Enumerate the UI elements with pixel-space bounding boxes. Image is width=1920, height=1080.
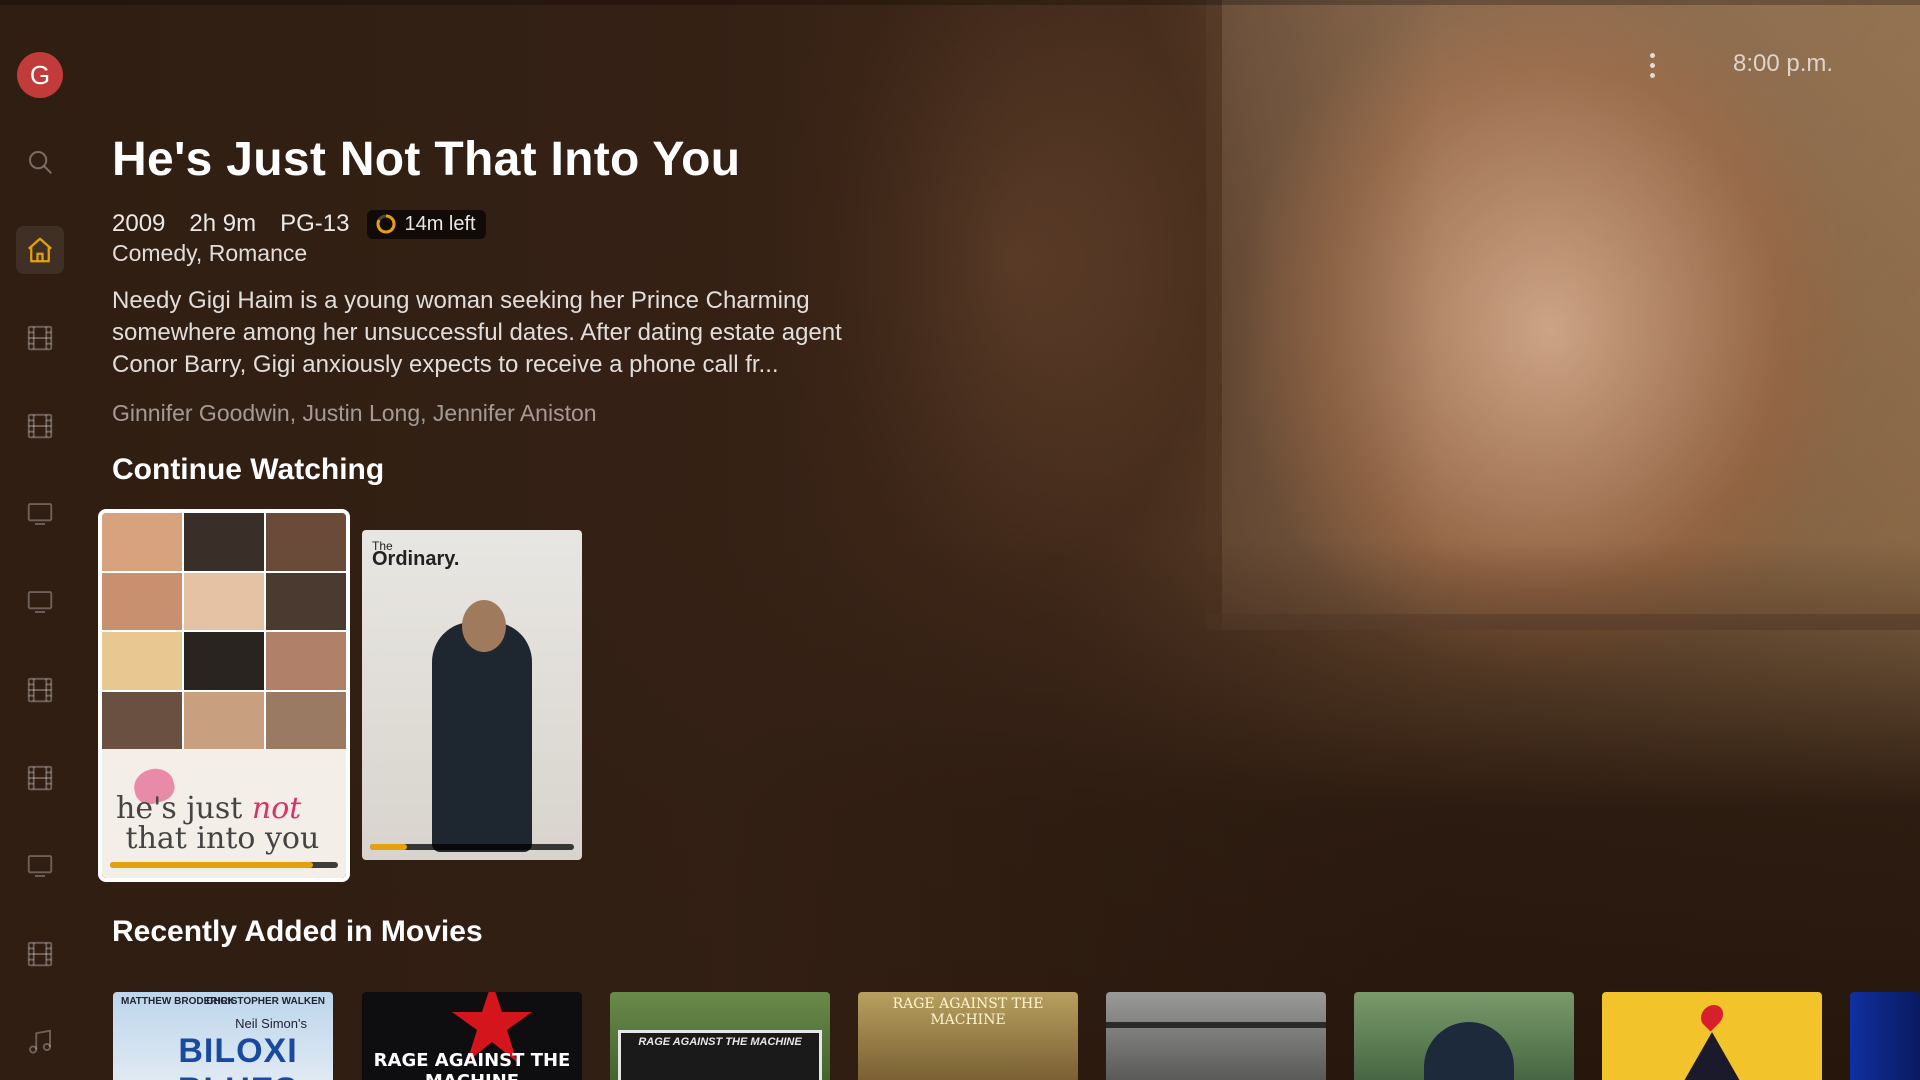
poster-title: RAGE AGAINST THE MACHINE	[373, 1050, 571, 1080]
tv-icon	[27, 591, 53, 613]
progress-ring-icon	[376, 214, 396, 234]
film-icon	[27, 325, 53, 351]
recently-added-item[interactable]: RAGE AGAINST THE MACHINE	[858, 992, 1078, 1080]
watch-progress-fill	[370, 844, 407, 850]
poster-collage	[102, 513, 346, 749]
watch-progress-fill	[110, 862, 313, 868]
tv-icon	[27, 855, 53, 877]
sidebar-item-search[interactable]	[16, 138, 64, 186]
poster-art-line	[1106, 1022, 1326, 1028]
film-icon	[27, 765, 53, 791]
sidebar-item-music[interactable]	[16, 1018, 64, 1066]
continue-watching-title: Continue Watching	[112, 453, 385, 486]
hero-title: He's Just Not That Into You	[112, 133, 741, 186]
sidebar: G	[0, 0, 80, 1080]
search-icon	[29, 151, 52, 174]
time-left-badge: 14m left	[367, 209, 486, 239]
poster-title: RAGE AGAINST THE MACHINE	[638, 1036, 802, 1048]
music-icon	[29, 1029, 51, 1054]
hero-cast: Ginnifer Goodwin, Justin Long, Jennifer …	[112, 400, 597, 426]
poster-title: he's just not that into you	[116, 791, 320, 856]
hero-rating: PG-13	[280, 210, 350, 237]
top-edge	[0, 0, 1920, 5]
sidebar-item-home[interactable]	[16, 226, 64, 274]
heart-icon	[1696, 1000, 1728, 1032]
watch-progress-bar	[370, 844, 574, 850]
user-avatar[interactable]: G	[17, 52, 63, 98]
recently-added-item[interactable]: MATTHEW BRODERICK CHRISTOPHER WALKEN Nei…	[113, 992, 333, 1080]
recently-added-item[interactable]: RAGE AGAINST THE MACHINE	[362, 992, 582, 1080]
poster-credit: CHRISTOPHER WALKEN	[206, 996, 325, 1007]
sidebar-item-movies[interactable]	[16, 314, 64, 362]
sidebar-item-movies-4[interactable]	[16, 754, 64, 802]
poster-title: BILOXI BLUES	[178, 1032, 298, 1080]
more-options-menu[interactable]	[1640, 48, 1664, 82]
poster-title: RAGE AGAINST THE MACHINE	[892, 996, 1044, 1028]
continue-watching-item[interactable]: The Ordinary.	[362, 530, 582, 860]
poster-figure	[432, 622, 532, 852]
hero-duration: 2h 9m	[189, 210, 257, 237]
dot-icon	[1649, 62, 1655, 68]
sidebar-item-tv-3[interactable]	[16, 842, 64, 890]
sidebar-item-movies-3[interactable]	[16, 666, 64, 714]
recently-added-item[interactable]	[1354, 992, 1574, 1080]
hero-genres: Comedy, Romance	[112, 240, 308, 266]
film-icon	[27, 941, 53, 967]
dot-icon	[1649, 52, 1655, 58]
continue-watching-item[interactable]: he's just not that into you	[98, 509, 350, 882]
recently-added-item[interactable]	[1850, 992, 1920, 1080]
watch-progress-bar	[110, 862, 338, 868]
hero-year: 2009	[112, 210, 166, 237]
recently-added-item[interactable]	[1106, 992, 1326, 1080]
hero-summary: Needy Gigi Haim is a young woman seeking…	[112, 287, 842, 378]
poster-figure-head	[462, 600, 506, 652]
tv-icon	[27, 503, 53, 525]
poster-subtitle: Neil Simon's	[235, 1016, 307, 1031]
poster-title: The Ordinary.	[372, 539, 460, 570]
poster-art-shape	[1672, 1032, 1752, 1080]
film-icon	[27, 413, 53, 439]
film-icon	[27, 677, 53, 703]
time-left-label: 14m left	[404, 212, 476, 235]
recently-added-item[interactable]	[1602, 992, 1822, 1080]
poster-figure	[1424, 1022, 1514, 1080]
recently-added-title: Recently Added in Movies	[112, 915, 483, 948]
dot-icon	[1649, 72, 1655, 78]
recently-added-item[interactable]: RAGE AGAINST THE MACHINE	[610, 992, 830, 1080]
home-icon	[28, 237, 52, 263]
hero-meta: 2009 2h 9m PG-13 14m left	[112, 208, 486, 240]
sidebar-item-movies-2[interactable]	[16, 402, 64, 450]
sidebar-item-tv-2[interactable]	[16, 578, 64, 626]
clock: 8:00 p.m.	[1733, 50, 1834, 77]
sidebar-item-movies-5[interactable]	[16, 930, 64, 978]
sidebar-item-tv[interactable]	[16, 490, 64, 538]
